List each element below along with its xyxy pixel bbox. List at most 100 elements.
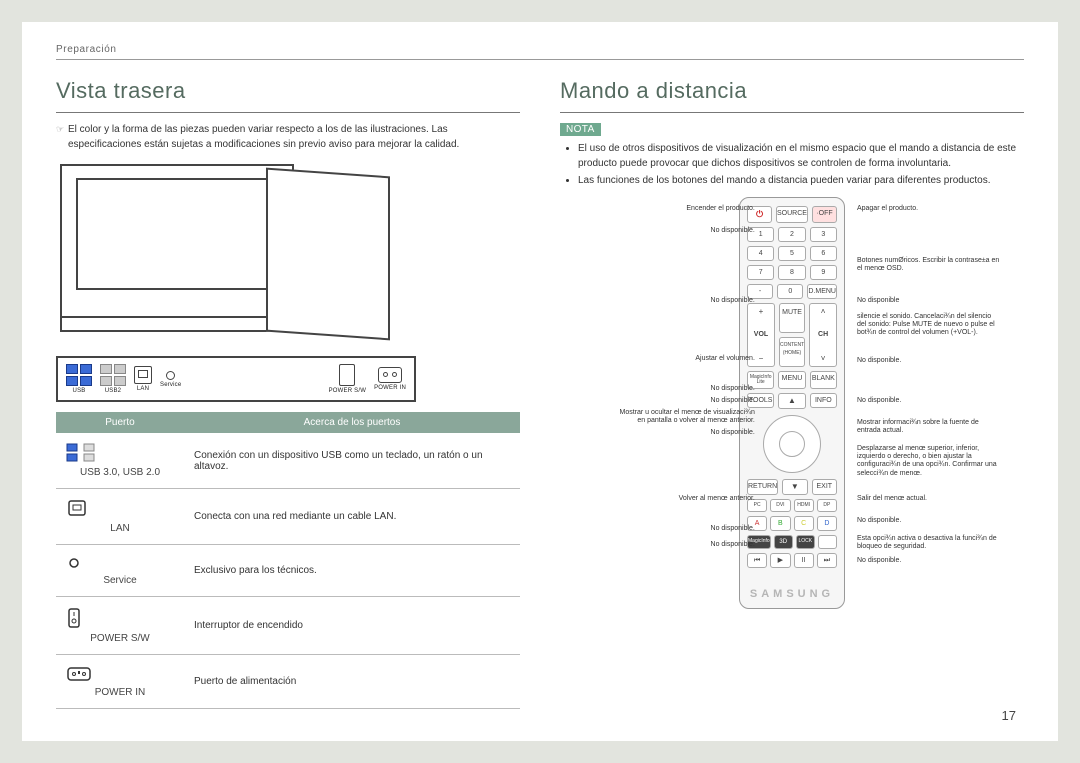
intro-note: El color y la forma de las piezas pueden… [56,123,520,152]
dvi-label: DVI [770,499,790,512]
exit-button[interactable]: EXIT [812,479,837,495]
table-row: POWER IN Puerto de alimentación [56,655,520,709]
callout-right: silencie el sonido. Cancelaci¾n del sile… [857,313,1002,338]
menu-button[interactable]: MENU [778,371,805,389]
letter-b[interactable]: B [770,516,790,531]
desc-cell: Conexión con un dispositivo USB como un … [184,433,520,489]
source-button[interactable]: SOURCE [776,206,808,223]
port-usb3-icon: USB [66,364,92,394]
port-usb2-icon: USB2 [100,364,126,394]
up-arrow[interactable]: ▲ [778,393,805,409]
callout-left: No disponible. [711,227,755,235]
note-item: Las funciones de los botones del mando a… [578,174,1024,189]
hdmi-label: HDMI [794,499,814,512]
dmenu-button[interactable]: D.MENU [807,284,837,299]
th-desc: Acerca de los puertos [184,412,520,433]
callout-right: Salir del menœ actual. [857,495,927,503]
table-row: POWER S/W Interruptor de encendido [56,597,520,655]
callout-left: No disponible. [711,429,755,437]
stand-outline [60,316,294,332]
callout-left: No disponible. [711,385,755,393]
dp-label: DP [817,499,837,512]
ports-callout-panel: USB USB2 LAN Service [56,356,416,402]
lan-icon [66,499,174,519]
note-item: El uso de otros dispositivos de visualiz… [578,142,1024,171]
lock-button[interactable]: LOCK [796,535,815,549]
table-row: USB 3.0, USB 2.0 Conexión con un disposi… [56,433,520,489]
callout-right: No disponible. [857,397,901,405]
usb-icon [66,443,174,463]
3d-button[interactable]: 3D [774,535,793,549]
breadcrumb: Preparación [56,44,1024,55]
monitor-outline [60,164,294,318]
num-4[interactable]: 4 [747,246,774,261]
table-row: LAN Conecta con una red mediante un cabl… [56,489,520,545]
table-row: Service Exclusivo para los técnicos. [56,545,520,597]
callout-right: Desplazarse al menœ superior, inferior, … [857,445,1002,479]
device-illustration [60,164,440,344]
letter-d[interactable]: D [817,516,837,531]
dpad-center[interactable] [779,431,805,457]
blank-4[interactable] [818,535,837,549]
callout-right: Botones numØricos. Escribir la contrase±… [857,257,1002,274]
door-outline [266,168,390,341]
callout-left: No disponible. [711,525,755,533]
return-button[interactable]: RETURN [747,479,778,495]
content-home-button[interactable]: CONTENT (HOME) [779,337,805,367]
notes-list: El uso de otros dispositivos de visualiz… [560,142,1024,189]
off-button[interactable]: ·OFF [812,206,837,223]
port-switch-icon: POWER S/W [329,364,366,394]
service-icon [66,555,174,571]
desc-cell: Exclusivo para los técnicos. [184,545,520,597]
callout-right: No disponible. [857,557,901,565]
rewind-button[interactable]: ⏮ [747,553,767,568]
desc-cell: Interruptor de encendido [184,597,520,655]
callout-left: No disponible. [711,397,755,405]
num-5[interactable]: 5 [778,246,805,261]
divider [56,59,1024,60]
down-arrow[interactable]: ▼ [782,479,807,495]
ports-table: Puerto Acerca de los puertos USB 3.0, US… [56,412,520,709]
num-0[interactable]: 0 [777,284,803,299]
callout-left: Mostrar u ocultar el menœ de visualizaci… [610,409,755,426]
callout-right: No disponible. [857,357,901,365]
port-lan-icon: LAN [134,366,152,392]
heading-vista-trasera: Vista trasera [56,78,520,104]
desc-cell: Puerto de alimentación [184,655,520,709]
screen-outline [76,178,280,290]
power-switch-icon [66,607,174,629]
num-9[interactable]: 9 [810,265,837,280]
callout-left: Encender el producto. [686,205,755,213]
callout-left: No disponible. [711,297,755,305]
desc-cell: Conecta con una red mediante un cable LA… [184,489,520,545]
dpad[interactable] [747,413,837,475]
blank-button[interactable]: BLANK [810,371,837,389]
pause-button[interactable]: II [794,553,814,568]
callout-right: Mostrar informaci¾n sobre la fuente de e… [857,419,1002,436]
mute-button[interactable]: MUTE [779,303,805,333]
page-number: 17 [1002,708,1016,723]
callout-left: No disponible. [711,541,755,549]
ch-rocker[interactable]: ˄ CH ˅ [809,303,837,367]
remote-diagram: ⏻ SOURCE ·OFF 1 2 3 4 5 6 [560,197,1024,637]
num-7[interactable]: 7 [747,265,774,280]
forward-button[interactable]: ⏭ [817,553,837,568]
letter-c[interactable]: C [794,516,814,531]
num-6[interactable]: 6 [810,246,837,261]
callout-left: Ajustar el volumen. [695,355,755,363]
num-3[interactable]: 3 [810,227,837,242]
nota-badge: NOTA [560,123,601,136]
brand-label: SAMSUNG [747,588,837,600]
num-8[interactable]: 8 [778,265,805,280]
callout-right: Esta opci¾n activa o desactiva la funci¾… [857,535,1002,552]
callout-left: Volver al menœ anterior. [679,495,755,503]
play-button[interactable]: ▶ [770,553,790,568]
callout-right: No disponible. [857,517,901,525]
num-2[interactable]: 2 [778,227,805,242]
port-service-icon: Service [160,371,181,388]
callout-right: No disponible [857,297,899,305]
th-port: Puerto [56,412,184,433]
info-button[interactable]: INFO [810,393,837,408]
heading-mando: Mando a distancia [560,78,1024,104]
callout-right: Apagar el producto. [857,205,918,213]
